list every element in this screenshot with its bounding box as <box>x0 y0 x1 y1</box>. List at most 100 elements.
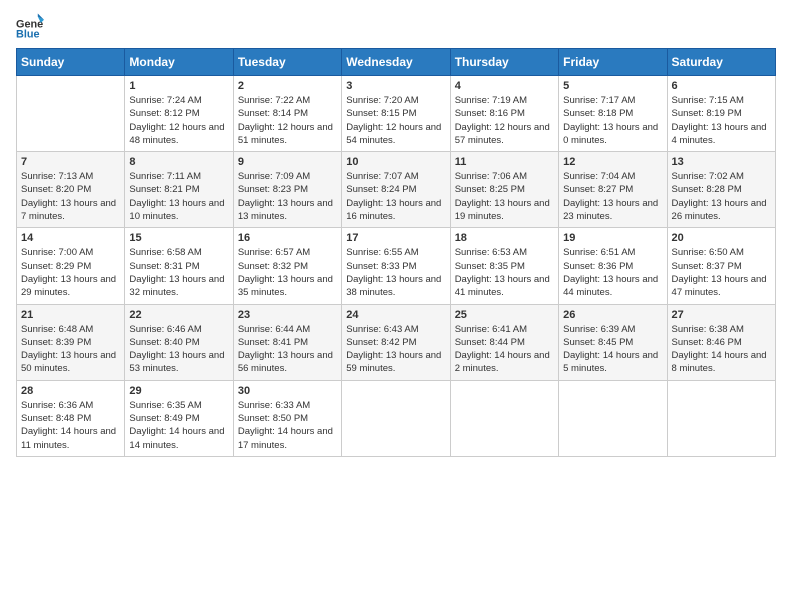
daylight-text: Daylight: 14 hours and 11 minutes. <box>21 426 116 450</box>
day-cell: 28Sunrise: 6:36 AMSunset: 8:48 PMDayligh… <box>17 380 125 456</box>
day-number: 22 <box>129 309 228 321</box>
day-cell: 20Sunrise: 6:50 AMSunset: 8:37 PMDayligh… <box>667 228 775 304</box>
daylight-text: Daylight: 12 hours and 51 minutes. <box>238 122 333 146</box>
day-number: 17 <box>346 232 445 244</box>
day-cell: 27Sunrise: 6:38 AMSunset: 8:46 PMDayligh… <box>667 304 775 380</box>
col-header-wednesday: Wednesday <box>342 49 450 76</box>
day-number: 28 <box>21 385 120 397</box>
sunset-text: Sunset: 8:50 PM <box>238 413 308 424</box>
sunset-text: Sunset: 8:35 PM <box>455 261 525 272</box>
daylight-text: Daylight: 14 hours and 17 minutes. <box>238 426 333 450</box>
daylight-text: Daylight: 12 hours and 54 minutes. <box>346 122 441 146</box>
day-number: 20 <box>672 232 771 244</box>
sunrise-text: Sunrise: 6:44 AM <box>238 324 310 335</box>
sunset-text: Sunset: 8:19 PM <box>672 108 742 119</box>
daylight-text: Daylight: 13 hours and 10 minutes. <box>129 198 224 222</box>
day-number: 24 <box>346 309 445 321</box>
day-number: 23 <box>238 309 337 321</box>
day-cell: 24 Sunrise: 6:43 AM Sunset: 8:42 PM Dayligh… <box>342 304 450 380</box>
day-cell: 12 Sunrise: 7:04 AMSunset: 8:27 PMDayligh… <box>559 152 667 228</box>
week-row-1: 1Sunrise: 7:24 AMSunset: 8:12 PMDaylight… <box>17 76 776 152</box>
day-cell: 11Sunrise: 7:06 AMSunset: 8:25 PMDayligh… <box>450 152 558 228</box>
cell-info: Sunrise: 7:11 AMSunset: 8:21 PMDaylight:… <box>129 170 228 223</box>
day-number: 4 <box>455 80 554 92</box>
cell-info: Sunrise: 6:35 AMSunset: 8:49 PMDaylight:… <box>129 399 228 452</box>
daylight-text: Daylight: 13 hours and 29 minutes. <box>21 274 116 298</box>
cell-info: Sunrise: 6:33 AMSunset: 8:50 PMDaylight:… <box>238 399 337 452</box>
sunset-text: Sunset: 8:32 PM <box>238 261 308 272</box>
daylight-text: Daylight: 13 hours and 56 minutes. <box>238 350 333 374</box>
daylight-text: Daylight: 13 hours and 23 minutes. <box>563 198 658 222</box>
day-cell <box>342 380 450 456</box>
sunrise-text: Sunrise: 6:51 AM <box>563 247 635 258</box>
cell-info: Sunrise: 6:51 AM Sunset: 8:36 PM Daylight:… <box>563 246 662 299</box>
sunset-text: Sunset: 8:18 PM <box>563 108 633 119</box>
col-header-tuesday: Tuesday <box>233 49 341 76</box>
sunset-text: Sunset: 8:45 PM <box>563 337 633 348</box>
day-cell: 22Sunrise: 6:46 AMSunset: 8:40 PMDayligh… <box>125 304 233 380</box>
sunrise-text: Sunrise: 7:13 AM <box>21 171 93 182</box>
sunrise-text: Sunrise: 7:17 AM <box>563 95 635 106</box>
day-cell: 6 Sunrise: 7:15 AMSunset: 8:19 PMDaylight… <box>667 76 775 152</box>
day-number: 19 <box>563 232 662 244</box>
day-cell: 26Sunrise: 6:39 AMSunset: 8:45 PMDayligh… <box>559 304 667 380</box>
daylight-text: Daylight: 12 hours and 48 minutes. <box>129 122 224 146</box>
day-number: 26 <box>563 309 662 321</box>
sunrise-text: Sunrise: 7:07 AM <box>346 171 418 182</box>
day-cell <box>559 380 667 456</box>
day-number: 21 <box>21 309 120 321</box>
cell-info: Sunrise: 6:57 AMSunset: 8:32 PMDaylight:… <box>238 246 337 299</box>
day-cell: 10Sunrise: 7:07 AMSunset: 8:24 PMDayligh… <box>342 152 450 228</box>
cell-info: Sunrise: 7:15 AMSunset: 8:19 PMDaylight:… <box>672 94 771 147</box>
day-number: 7 <box>21 156 120 168</box>
sunrise-text: Sunrise: 6:39 AM <box>563 324 635 335</box>
logo: General Blue <box>16 12 48 40</box>
day-cell: 7Sunrise: 7:13 AMSunset: 8:20 PMDaylight… <box>17 152 125 228</box>
day-number: 29 <box>129 385 228 397</box>
sunrise-text: Sunrise: 7:11 AM <box>129 171 201 182</box>
sunset-text: Sunset: 8:31 PM <box>129 261 199 272</box>
cell-info: Sunrise: 6:44 AMSunset: 8:41 PMDaylight:… <box>238 323 337 376</box>
day-number: 10 <box>346 156 445 168</box>
header-row: SundayMondayTuesdayWednesdayThursdayFrid… <box>17 49 776 76</box>
daylight-text: Daylight: 13 hours and 19 minutes. <box>455 198 550 222</box>
day-cell: 2 Sunrise: 7:22 AMSunset: 8:14 PMDaylight… <box>233 76 341 152</box>
daylight-text: Daylight: 13 hours and 0 minutes. <box>563 122 658 146</box>
day-number: 11 <box>455 156 554 168</box>
sunrise-text: Sunrise: 7:19 AM <box>455 95 527 106</box>
cell-info: Sunrise: 7:00 AMSunset: 8:29 PMDaylight:… <box>21 246 120 299</box>
sunrise-text: Sunrise: 7:00 AM <box>21 247 93 258</box>
day-cell: 23 Sunrise: 6:44 AMSunset: 8:41 PMDayligh… <box>233 304 341 380</box>
cell-info: Sunrise: 7:04 AMSunset: 8:27 PMDaylight:… <box>563 170 662 223</box>
daylight-text: Daylight: 13 hours and 44 minutes. <box>563 274 658 298</box>
day-number: 6 <box>672 80 771 92</box>
week-row-2: 7Sunrise: 7:13 AMSunset: 8:20 PMDaylight… <box>17 152 776 228</box>
sunset-text: Sunset: 8:12 PM <box>129 108 199 119</box>
daylight-text: Daylight: 13 hours and 41 minutes. <box>455 274 550 298</box>
day-cell <box>17 76 125 152</box>
cell-info: Sunrise: 7:17 AM Sunset: 8:18 PM Daylight:… <box>563 94 662 147</box>
day-number: 2 <box>238 80 337 92</box>
day-cell: 4Sunrise: 7:19 AMSunset: 8:16 PMDaylight… <box>450 76 558 152</box>
day-cell: 30Sunrise: 6:33 AMSunset: 8:50 PMDayligh… <box>233 380 341 456</box>
cell-info: Sunrise: 7:20 AMSunset: 8:15 PMDaylight:… <box>346 94 445 147</box>
daylight-text: Daylight: 13 hours and 7 minutes. <box>21 198 116 222</box>
sunrise-text: Sunrise: 7:20 AM <box>346 95 418 106</box>
cell-info: Sunrise: 7:22 AMSunset: 8:14 PMDaylight:… <box>238 94 337 147</box>
day-cell: 25Sunrise: 6:41 AMSunset: 8:44 PMDayligh… <box>450 304 558 380</box>
day-number: 13 <box>672 156 771 168</box>
day-number: 12 <box>563 156 662 168</box>
sunset-text: Sunset: 8:25 PM <box>455 184 525 195</box>
cell-info: Sunrise: 6:53 AMSunset: 8:35 PMDaylight:… <box>455 246 554 299</box>
day-cell: 14Sunrise: 7:00 AMSunset: 8:29 PMDayligh… <box>17 228 125 304</box>
cell-info: Sunrise: 6:39 AMSunset: 8:45 PMDaylight:… <box>563 323 662 376</box>
daylight-text: Daylight: 13 hours and 13 minutes. <box>238 198 333 222</box>
sunset-text: Sunset: 8:42 PM <box>346 337 416 348</box>
daylight-text: Daylight: 14 hours and 14 minutes. <box>129 426 224 450</box>
sunrise-text: Sunrise: 6:36 AM <box>21 400 93 411</box>
cell-info: Sunrise: 6:48 AMSunset: 8:39 PMDaylight:… <box>21 323 120 376</box>
day-number: 27 <box>672 309 771 321</box>
daylight-text: Daylight: 13 hours and 59 minutes. <box>346 350 441 374</box>
sunset-text: Sunset: 8:36 PM <box>563 261 633 272</box>
sunrise-text: Sunrise: 6:43 AM <box>346 324 418 335</box>
